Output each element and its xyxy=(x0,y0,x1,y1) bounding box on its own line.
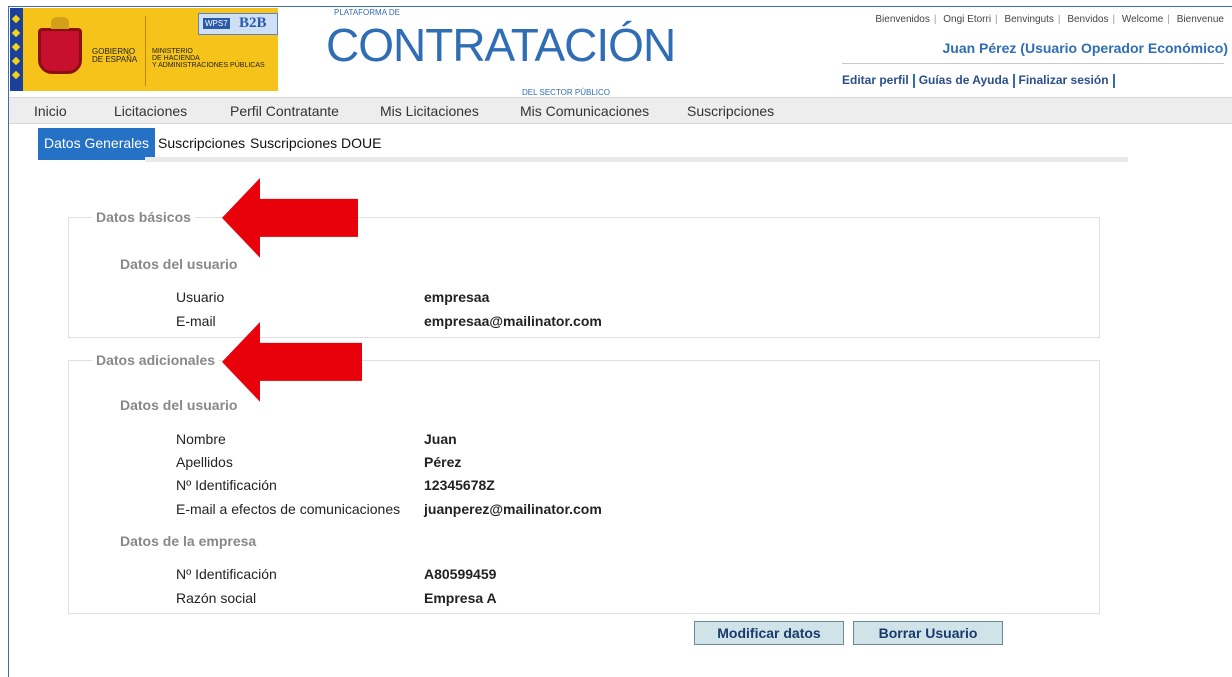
language-links: Bienvenidos | Ongi Etorri | Benvinguts | Be… xyxy=(873,14,1226,25)
main-nav: Inicio Licitaciones Perfil Contratante M… xyxy=(9,97,1232,124)
label-nombre: Nombre xyxy=(176,431,226,447)
b2b-badge: WPS7 B2B xyxy=(198,13,278,35)
lang-link[interactable]: Ongi Etorri xyxy=(941,14,993,25)
help-guides-link[interactable]: Guías de Ayuda xyxy=(919,73,1009,87)
eu-flag-strip xyxy=(10,8,23,91)
modify-data-button[interactable]: Modificar datos xyxy=(694,621,844,645)
government-label: Gobierno de España xyxy=(92,47,138,64)
platform-logo[interactable]: PLATAFORMA DE CONTRATACIÓN DEL SECTOR PÚ… xyxy=(326,8,676,98)
value-email-comunicaciones: juanperez@mailinator.com xyxy=(424,501,602,517)
annotation-arrow-icon xyxy=(222,178,358,258)
legend-datos-adicionales: Datos adicionales xyxy=(92,352,220,368)
nav-mis-comunicaciones[interactable]: Mis Comunicaciones xyxy=(520,103,649,119)
lang-link[interactable]: Welcome xyxy=(1120,14,1166,25)
lang-link[interactable]: Benvidos xyxy=(1065,14,1110,25)
tab-suscripciones-doue[interactable]: Suscripciones DOUE xyxy=(244,128,388,160)
edit-profile-link[interactable]: Editar perfil xyxy=(842,73,909,87)
nav-mis-licitaciones[interactable]: Mis Licitaciones xyxy=(380,103,479,119)
nav-licitaciones[interactable]: Licitaciones xyxy=(114,103,187,119)
government-logo: Gobierno de España Ministerio de Haciend… xyxy=(10,8,278,91)
delete-user-button[interactable]: Borrar Usuario xyxy=(853,621,1003,645)
label-razon-social: Razón social xyxy=(176,590,257,606)
current-user-name: Juan Pérez (Usuario Operador Económico) xyxy=(942,40,1228,56)
annotation-arrow-icon xyxy=(222,322,362,402)
platform-logo-text: CONTRATACIÓN xyxy=(326,19,676,71)
nav-perfil-contratante[interactable]: Perfil Contratante xyxy=(230,103,339,119)
label-identificacion: Nº Identificación xyxy=(176,477,277,493)
nav-suscripciones[interactable]: Suscripciones xyxy=(687,103,774,119)
value-nombre: Juan xyxy=(424,431,457,447)
label-email: E-mail xyxy=(176,313,216,329)
lang-link[interactable]: Bienvenidos xyxy=(873,14,931,25)
nav-inicio[interactable]: Inicio xyxy=(34,103,67,119)
tab-datos-generales[interactable]: Datos Generales xyxy=(38,128,156,160)
user-links: Editar perfil Guías de Ayuda Finalizar ses… xyxy=(842,73,1119,88)
section-title-user: Datos del usuario xyxy=(120,397,238,413)
coat-of-arms-icon xyxy=(38,17,82,74)
value-company-id: A80599459 xyxy=(424,566,497,582)
ministry-label: Ministerio de Hacienda y Administracione… xyxy=(152,48,265,69)
section-title-user: Datos del usuario xyxy=(120,256,238,272)
value-apellidos: Pérez xyxy=(424,454,462,470)
value-email: empresaa@mailinator.com xyxy=(424,313,602,329)
tab-suscripciones[interactable]: Suscripciones xyxy=(152,128,251,160)
value-usuario: empresaa xyxy=(424,289,490,305)
label-company-id: Nº Identificación xyxy=(176,566,277,582)
label-usuario: Usuario xyxy=(176,289,225,305)
lang-link[interactable]: Bienvenue xyxy=(1175,14,1226,25)
value-identificacion: 12345678Z xyxy=(424,477,495,493)
legend-datos-basicos: Datos básicos xyxy=(92,209,195,225)
label-apellidos: Apellidos xyxy=(176,454,233,470)
lang-link[interactable]: Benvinguts xyxy=(1002,14,1055,25)
value-razon-social: Empresa A xyxy=(424,590,497,606)
label-email-comunicaciones: E-mail a efectos de comunicaciones xyxy=(176,501,401,517)
section-title-company: Datos de la empresa xyxy=(120,533,257,549)
logout-link[interactable]: Finalizar sesión xyxy=(1019,73,1109,87)
